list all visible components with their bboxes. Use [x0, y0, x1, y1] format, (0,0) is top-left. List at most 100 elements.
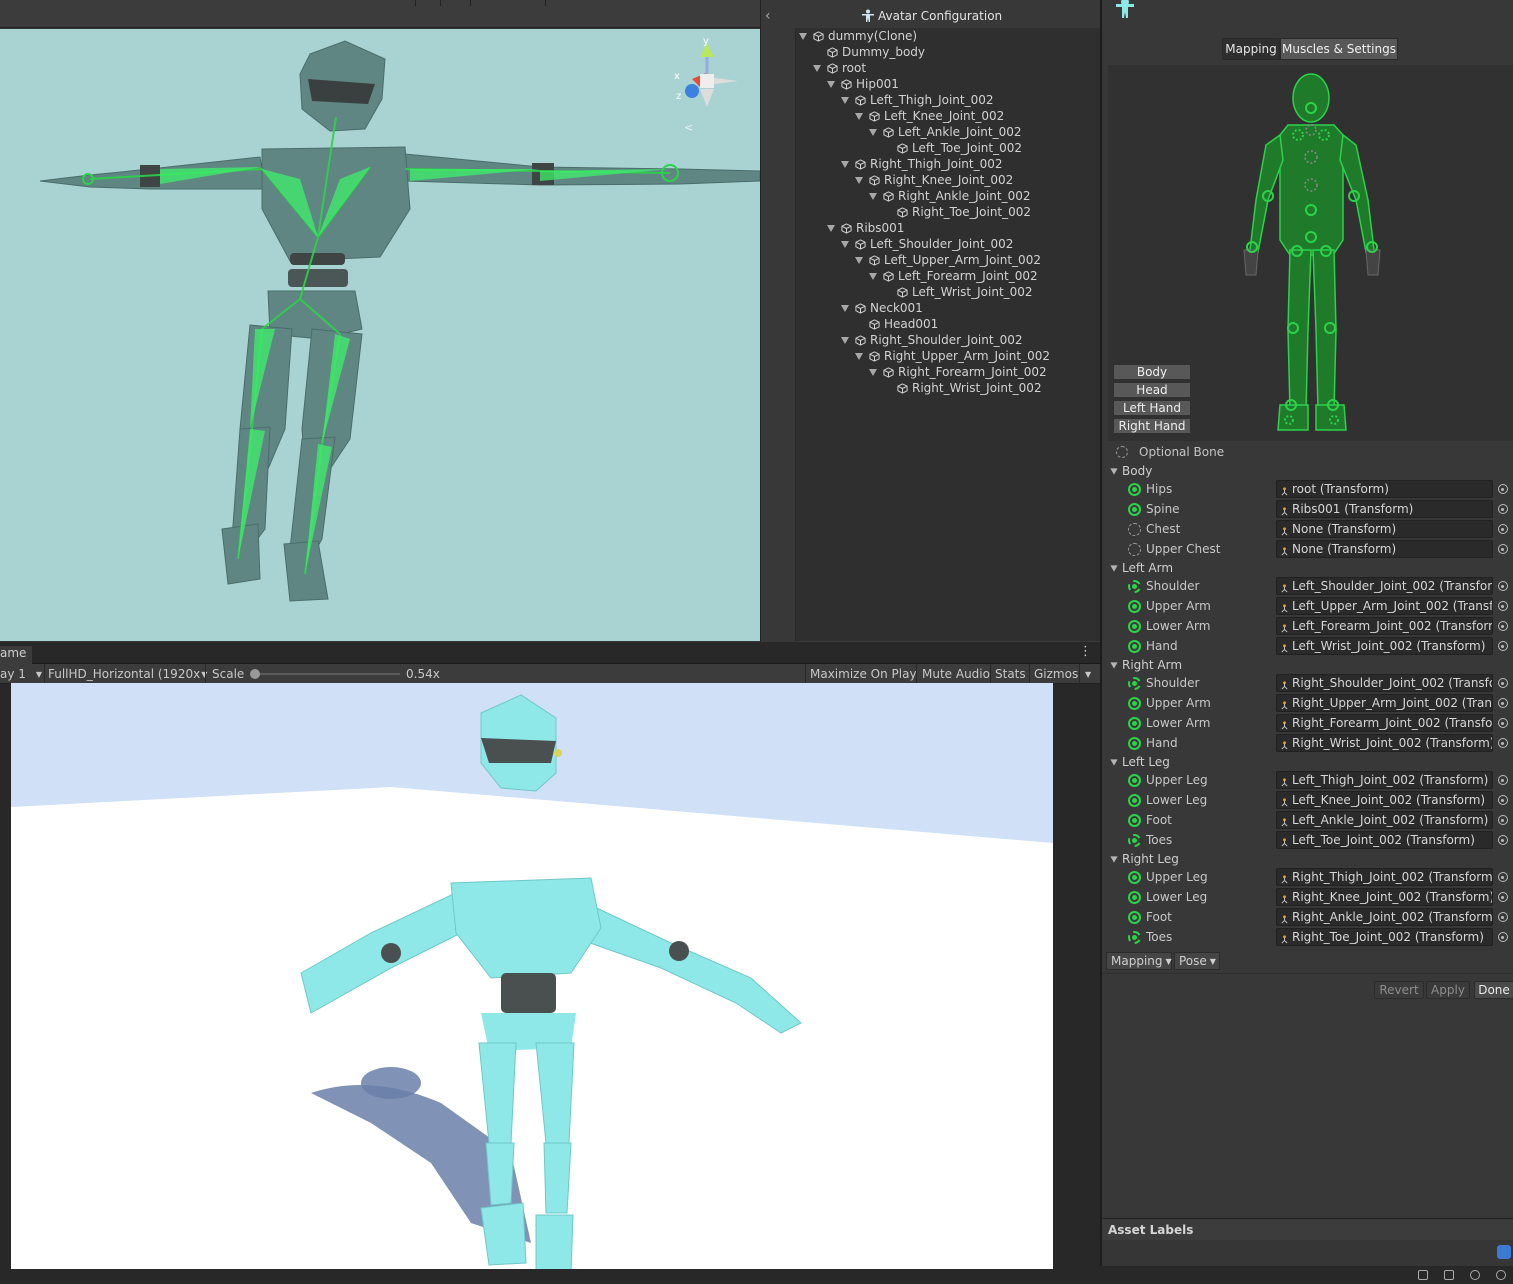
object-picker-icon[interactable]: [1494, 540, 1511, 558]
bone-transform-field[interactable]: Right_Upper_Arm_Joint_002 (Transfo: [1276, 694, 1493, 712]
expand-arrow-icon[interactable]: [841, 304, 849, 312]
kebab-menu-icon[interactable]: ⋮: [1079, 644, 1092, 659]
hierarchy-item[interactable]: Right_Upper_Arm_Joint_002: [855, 348, 1050, 364]
expand-arrow-icon[interactable]: [855, 112, 863, 120]
object-picker-icon[interactable]: [1494, 771, 1511, 789]
apply-button[interactable]: Apply: [1426, 981, 1470, 999]
done-button[interactable]: Done: [1474, 981, 1513, 999]
bone-transform-field[interactable]: root (Transform): [1276, 480, 1493, 498]
bone-transform-field[interactable]: Right_Toe_Joint_002 (Transform): [1276, 928, 1493, 946]
bone-transform-field[interactable]: Left_Knee_Joint_002 (Transform): [1276, 791, 1493, 809]
tab-mapping[interactable]: Mapping: [1222, 38, 1280, 60]
bone-transform-field[interactable]: None (Transform): [1276, 540, 1493, 558]
object-picker-icon[interactable]: [1494, 500, 1511, 518]
hierarchy-item[interactable]: Left_Shoulder_Joint_002: [841, 236, 1013, 252]
expand-arrow-icon[interactable]: [841, 240, 849, 248]
expand-arrow-icon[interactable]: [827, 224, 835, 232]
object-picker-icon[interactable]: [1494, 577, 1511, 595]
hierarchy-item[interactable]: Left_Forearm_Joint_002: [869, 268, 1038, 284]
scale-slider[interactable]: [250, 666, 400, 682]
object-picker-icon[interactable]: [1494, 597, 1511, 615]
bone-transform-field[interactable]: Left_Ankle_Joint_002 (Transform): [1276, 811, 1493, 829]
hierarchy-item[interactable]: Right_Ankle_Joint_002: [869, 188, 1031, 204]
back-arrow-icon[interactable]: ‹: [765, 8, 781, 24]
bone-transform-field[interactable]: Right_Knee_Joint_002 (Transform): [1276, 888, 1493, 906]
object-picker-icon[interactable]: [1494, 714, 1511, 732]
label-tag-icon[interactable]: [1497, 1245, 1511, 1259]
pose-dropdown[interactable]: Pose ▼: [1174, 952, 1220, 970]
stats-toggle[interactable]: Stats: [995, 666, 1026, 682]
collapse-arrow-icon[interactable]: [1110, 855, 1118, 863]
object-picker-icon[interactable]: [1494, 791, 1511, 809]
object-picker-icon[interactable]: [1494, 811, 1511, 829]
tab-game[interactable]: ame: [0, 646, 33, 664]
object-picker-icon[interactable]: [1494, 734, 1511, 752]
bone-section-header[interactable]: Body: [1110, 463, 1152, 479]
bone-transform-field[interactable]: Left_Toe_Joint_002 (Transform): [1276, 831, 1493, 849]
object-picker-icon[interactable]: [1494, 617, 1511, 635]
expand-arrow-icon[interactable]: [869, 192, 877, 200]
bone-transform-field[interactable]: Left_Upper_Arm_Joint_002 (Transfor: [1276, 597, 1493, 615]
bone-transform-field[interactable]: Right_Ankle_Joint_002 (Transform): [1276, 908, 1493, 926]
bone-transform-field[interactable]: Right_Wrist_Joint_002 (Transform): [1276, 734, 1493, 752]
gizmos-dropdown-arrow-icon[interactable]: ▼: [1085, 666, 1091, 682]
hierarchy-item[interactable]: Right_Forearm_Joint_002: [869, 364, 1047, 380]
tab-muscles-settings[interactable]: Muscles & Settings: [1280, 38, 1398, 60]
expand-arrow-icon[interactable]: [855, 352, 863, 360]
expand-arrow-icon[interactable]: [869, 272, 877, 280]
bone-transform-field[interactable]: Right_Thigh_Joint_002 (Transform): [1276, 868, 1493, 886]
head-button[interactable]: Head: [1113, 382, 1191, 398]
expand-arrow-icon[interactable]: [841, 336, 849, 344]
hierarchy-item[interactable]: Neck001: [841, 300, 923, 316]
object-picker-icon[interactable]: [1494, 637, 1511, 655]
display-dropdown[interactable]: ay 1 ▼: [0, 666, 42, 682]
hierarchy-item[interactable]: dummy(Clone): [799, 28, 917, 44]
left-hand-button[interactable]: Left Hand: [1113, 400, 1191, 416]
bone-transform-field[interactable]: None (Transform): [1276, 520, 1493, 538]
bone-transform-field[interactable]: Right_Forearm_Joint_002 (Transform: [1276, 714, 1493, 732]
bone-section-header[interactable]: Left Leg: [1110, 754, 1170, 770]
expand-arrow-icon[interactable]: [855, 256, 863, 264]
object-picker-icon[interactable]: [1494, 480, 1511, 498]
orientation-gizmo-icon[interactable]: y x z <: [674, 36, 738, 134]
hierarchy-item[interactable]: Hip001: [827, 76, 899, 92]
scene-viewport[interactable]: y x z <: [0, 29, 760, 641]
expand-arrow-icon[interactable]: [841, 160, 849, 168]
hierarchy-item[interactable]: root: [813, 60, 866, 76]
check-icon[interactable]: [1496, 1270, 1506, 1280]
hierarchy-item[interactable]: Ribs001: [827, 220, 904, 236]
hierarchy-item[interactable]: Left_Toe_Joint_002: [883, 140, 1022, 156]
right-hand-button[interactable]: Right Hand: [1113, 418, 1191, 434]
revert-button[interactable]: Revert: [1374, 981, 1424, 999]
object-picker-icon[interactable]: [1494, 908, 1511, 926]
expand-arrow-icon[interactable]: [855, 176, 863, 184]
collapse-arrow-icon[interactable]: [1110, 661, 1118, 669]
scale-slider-thumb[interactable]: [250, 669, 260, 679]
bug-icon[interactable]: [1418, 1270, 1428, 1280]
expand-arrow-icon[interactable]: [841, 96, 849, 104]
bone-section-header[interactable]: Right Arm: [1110, 657, 1182, 673]
collapse-arrow-icon[interactable]: [1110, 758, 1118, 766]
object-picker-icon[interactable]: [1494, 928, 1511, 946]
hierarchy-item[interactable]: Left_Thigh_Joint_002: [841, 92, 994, 108]
bone-section-header[interactable]: Left Arm: [1110, 560, 1173, 576]
maximize-on-play-toggle[interactable]: Maximize On Play: [810, 666, 917, 682]
hierarchy-item[interactable]: Left_Upper_Arm_Joint_002: [855, 252, 1041, 268]
expand-arrow-icon[interactable]: [869, 368, 877, 376]
object-picker-icon[interactable]: [1494, 888, 1511, 906]
mute-audio-toggle[interactable]: Mute Audio: [922, 666, 990, 682]
expand-arrow-icon[interactable]: [827, 80, 835, 88]
bone-transform-field[interactable]: Left_Wrist_Joint_002 (Transform): [1276, 637, 1493, 655]
bone-transform-field[interactable]: Left_Thigh_Joint_002 (Transform): [1276, 771, 1493, 789]
object-picker-icon[interactable]: [1494, 520, 1511, 538]
bone-section-header[interactable]: Right Leg: [1110, 851, 1179, 867]
mapping-dropdown[interactable]: Mapping ▼: [1106, 952, 1172, 970]
hierarchy-item[interactable]: Left_Knee_Joint_002: [855, 108, 1004, 124]
collab-icon[interactable]: [1470, 1270, 1480, 1280]
hierarchy-item[interactable]: Right_Toe_Joint_002: [883, 204, 1031, 220]
object-picker-icon[interactable]: [1494, 694, 1511, 712]
hierarchy-item[interactable]: Right_Wrist_Joint_002: [883, 380, 1042, 396]
expand-arrow-icon[interactable]: [813, 64, 821, 72]
body-button[interactable]: Body: [1113, 364, 1191, 380]
gizmos-toggle[interactable]: Gizmos: [1034, 666, 1078, 682]
